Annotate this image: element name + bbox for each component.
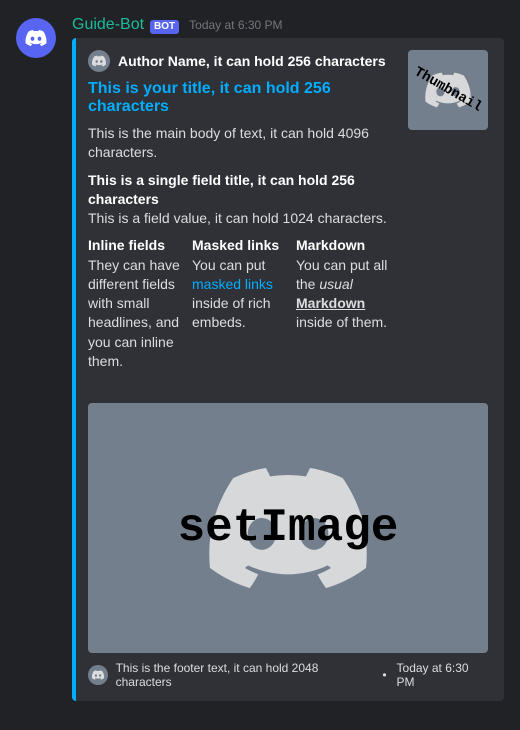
author-icon <box>88 50 110 72</box>
footer-timestamp: Today at 6:30 PM <box>397 661 488 689</box>
message-timestamp: Today at 6:30 PM <box>189 18 282 32</box>
bot-avatar[interactable] <box>16 18 56 58</box>
field-title: Masked links <box>192 236 288 255</box>
discord-logo-icon <box>24 26 48 50</box>
embed-image-label: setImage <box>178 502 399 554</box>
bold-underline-text: Markdown <box>296 295 365 311</box>
footer-text: This is the footer text, it can hold 204… <box>116 661 373 689</box>
discord-logo-icon <box>91 53 107 69</box>
inline-field: Masked links You can put masked links in… <box>192 236 288 371</box>
discord-message: Guide-Bot BOT Today at 6:30 PM Author Na… <box>16 16 504 701</box>
italic-text: usual <box>319 276 352 292</box>
field-title: Inline fields <box>88 236 184 255</box>
inline-field: Markdown You can put all the usual Markd… <box>296 236 392 371</box>
embed-thumbnail[interactable]: Thumbnail <box>408 50 488 130</box>
embed: Author Name, it can hold 256 characters … <box>72 38 504 701</box>
embed-title[interactable]: This is your title, it can hold 256 char… <box>88 80 392 116</box>
username[interactable]: Guide-Bot <box>72 16 144 34</box>
embed-author: Author Name, it can hold 256 characters <box>88 50 392 72</box>
discord-logo-icon <box>91 668 105 682</box>
footer-separator: • <box>382 668 386 682</box>
field-title: This is a single field title, it can hol… <box>88 171 392 210</box>
embed-description: This is the main body of text, it can ho… <box>88 124 392 163</box>
embed-image[interactable]: setImage <box>88 403 488 653</box>
message-header: Guide-Bot BOT Today at 6:30 PM <box>72 16 504 34</box>
field-value: This is a field value, it can hold 1024 … <box>88 209 392 228</box>
embed-field: This is a single field title, it can hol… <box>88 171 392 229</box>
inline-field: Inline fields They can have different fi… <box>88 236 184 371</box>
masked-link[interactable]: masked links <box>192 276 273 292</box>
footer-icon <box>88 665 108 685</box>
field-value: They can have different fields with smal… <box>88 256 184 372</box>
author-name[interactable]: Author Name, it can hold 256 characters <box>118 53 386 69</box>
field-value: You can put masked links inside of rich … <box>192 256 288 333</box>
field-title: Markdown <box>296 236 392 255</box>
field-value: You can put all the usual Markdown insid… <box>296 256 392 333</box>
embed-main: Author Name, it can hold 256 characters … <box>88 50 392 387</box>
embed-footer: This is the footer text, it can hold 204… <box>88 661 488 689</box>
inline-fields-row: Inline fields They can have different fi… <box>88 236 392 379</box>
bot-tag: BOT <box>150 20 179 34</box>
embed-top-row: Author Name, it can hold 256 characters … <box>88 50 488 387</box>
message-body: Guide-Bot BOT Today at 6:30 PM Author Na… <box>72 16 504 701</box>
